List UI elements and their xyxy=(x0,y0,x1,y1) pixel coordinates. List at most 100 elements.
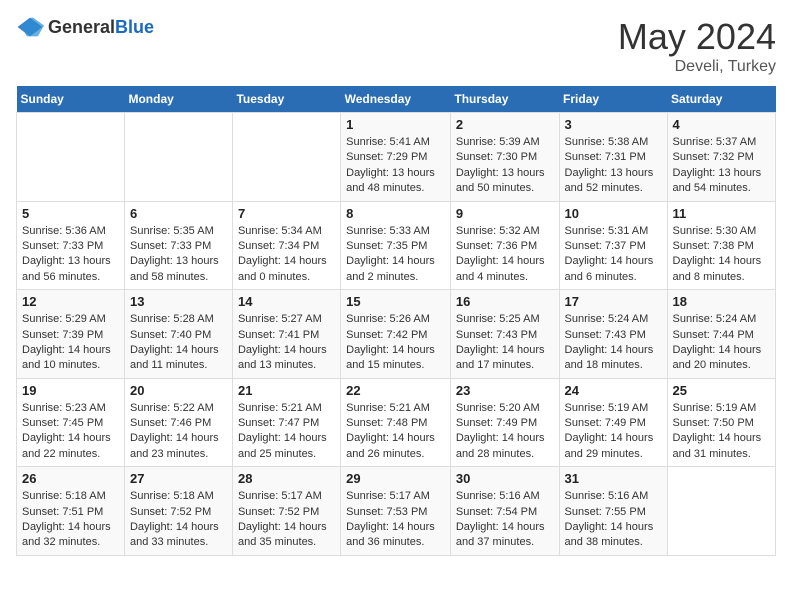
day-info: Sunrise: 5:22 AMSunset: 7:46 PMDaylight:… xyxy=(130,401,227,463)
day-number: 28 xyxy=(238,471,335,486)
day-number: 5 xyxy=(22,206,119,221)
day-number: 7 xyxy=(238,206,335,221)
day-number: 31 xyxy=(565,471,662,486)
day-info: Sunrise: 5:41 AMSunset: 7:29 PMDaylight:… xyxy=(346,135,445,197)
calendar-cell: 30 Sunrise: 5:16 AMSunset: 7:54 PMDayligh… xyxy=(450,467,559,556)
day-info: Sunrise: 5:18 AMSunset: 7:52 PMDaylight:… xyxy=(130,489,227,551)
day-info: Sunrise: 5:16 AMSunset: 7:54 PMDaylight:… xyxy=(456,489,554,551)
calendar-week-row: 19 Sunrise: 5:23 AMSunset: 7:45 PMDayligh… xyxy=(17,378,776,467)
logo-general: General xyxy=(48,17,115,37)
day-number: 30 xyxy=(456,471,554,486)
day-number: 18 xyxy=(673,294,770,309)
day-number: 12 xyxy=(22,294,119,309)
day-number: 13 xyxy=(130,294,227,309)
calendar-cell: 6 Sunrise: 5:35 AMSunset: 7:33 PMDaylight… xyxy=(124,201,232,290)
calendar-cell: 19 Sunrise: 5:23 AMSunset: 7:45 PMDayligh… xyxy=(17,378,125,467)
day-info: Sunrise: 5:34 AMSunset: 7:34 PMDaylight:… xyxy=(238,224,335,286)
day-info: Sunrise: 5:29 AMSunset: 7:39 PMDaylight:… xyxy=(22,312,119,374)
calendar-cell: 15 Sunrise: 5:26 AMSunset: 7:42 PMDayligh… xyxy=(341,290,451,379)
day-number: 19 xyxy=(22,383,119,398)
day-info: Sunrise: 5:18 AMSunset: 7:51 PMDaylight:… xyxy=(22,489,119,551)
calendar-cell: 22 Sunrise: 5:21 AMSunset: 7:48 PMDayligh… xyxy=(341,378,451,467)
page-header: GeneralBlue May 2024 Develi, Turkey xyxy=(16,16,776,76)
day-info: Sunrise: 5:30 AMSunset: 7:38 PMDaylight:… xyxy=(673,224,770,286)
calendar-cell: 10 Sunrise: 5:31 AMSunset: 7:37 PMDayligh… xyxy=(559,201,667,290)
day-number: 17 xyxy=(565,294,662,309)
day-number: 10 xyxy=(565,206,662,221)
day-info: Sunrise: 5:21 AMSunset: 7:47 PMDaylight:… xyxy=(238,401,335,463)
day-of-week-header: Monday xyxy=(124,86,232,113)
day-info: Sunrise: 5:25 AMSunset: 7:43 PMDaylight:… xyxy=(456,312,554,374)
calendar-body: 1 Sunrise: 5:41 AMSunset: 7:29 PMDaylight… xyxy=(17,113,776,556)
day-info: Sunrise: 5:33 AMSunset: 7:35 PMDaylight:… xyxy=(346,224,445,286)
day-of-week-header: Tuesday xyxy=(232,86,340,113)
day-number: 4 xyxy=(673,117,770,132)
day-info: Sunrise: 5:35 AMSunset: 7:33 PMDaylight:… xyxy=(130,224,227,286)
day-number: 3 xyxy=(565,117,662,132)
day-info: Sunrise: 5:17 AMSunset: 7:52 PMDaylight:… xyxy=(238,489,335,551)
calendar-week-row: 1 Sunrise: 5:41 AMSunset: 7:29 PMDaylight… xyxy=(17,113,776,202)
calendar-cell: 9Sunrise: 5:32 AMSunset: 7:36 PMDaylight… xyxy=(450,201,559,290)
calendar-cell: 25 Sunrise: 5:19 AMSunset: 7:50 PMDayligh… xyxy=(667,378,775,467)
day-info: Sunrise: 5:19 AMSunset: 7:49 PMDaylight:… xyxy=(565,401,662,463)
calendar-cell: 29Sunrise: 5:17 AMSunset: 7:53 PMDayligh… xyxy=(341,467,451,556)
day-info: Sunrise: 5:28 AMSunset: 7:40 PMDaylight:… xyxy=(130,312,227,374)
day-info: Sunrise: 5:21 AMSunset: 7:48 PMDaylight:… xyxy=(346,401,445,463)
day-number: 26 xyxy=(22,471,119,486)
calendar-week-row: 26 Sunrise: 5:18 AMSunset: 7:51 PMDayligh… xyxy=(17,467,776,556)
calendar-cell xyxy=(667,467,775,556)
calendar-cell: 17 Sunrise: 5:24 AMSunset: 7:43 PMDayligh… xyxy=(559,290,667,379)
calendar-table: SundayMondayTuesdayWednesdayThursdayFrid… xyxy=(16,86,776,556)
calendar-cell: 23 Sunrise: 5:20 AMSunset: 7:49 PMDayligh… xyxy=(450,378,559,467)
calendar-cell: 11 Sunrise: 5:30 AMSunset: 7:38 PMDayligh… xyxy=(667,201,775,290)
day-number: 15 xyxy=(346,294,445,309)
title-location: Develi, Turkey xyxy=(618,58,776,76)
day-number: 21 xyxy=(238,383,335,398)
day-number: 20 xyxy=(130,383,227,398)
day-number: 16 xyxy=(456,294,554,309)
calendar-cell: 21 Sunrise: 5:21 AMSunset: 7:47 PMDayligh… xyxy=(232,378,340,467)
day-number: 1 xyxy=(346,117,445,132)
day-info: Sunrise: 5:31 AMSunset: 7:37 PMDaylight:… xyxy=(565,224,662,286)
calendar-cell: 24 Sunrise: 5:19 AMSunset: 7:49 PMDayligh… xyxy=(559,378,667,467)
day-number: 25 xyxy=(673,383,770,398)
calendar-header-row: SundayMondayTuesdayWednesdayThursdayFrid… xyxy=(17,86,776,113)
calendar-cell: 20 Sunrise: 5:22 AMSunset: 7:46 PMDayligh… xyxy=(124,378,232,467)
calendar-cell xyxy=(232,113,340,202)
calendar-cell: 2 Sunrise: 5:39 AMSunset: 7:30 PMDaylight… xyxy=(450,113,559,202)
calendar-cell xyxy=(124,113,232,202)
logo: GeneralBlue xyxy=(16,16,154,38)
calendar-cell: 5Sunrise: 5:36 AMSunset: 7:33 PMDaylight… xyxy=(17,201,125,290)
calendar-cell: 14Sunrise: 5:27 AMSunset: 7:41 PMDayligh… xyxy=(232,290,340,379)
day-number: 2 xyxy=(456,117,554,132)
day-info: Sunrise: 5:24 AMSunset: 7:44 PMDaylight:… xyxy=(673,312,770,374)
day-info: Sunrise: 5:19 AMSunset: 7:50 PMDaylight:… xyxy=(673,401,770,463)
day-number: 6 xyxy=(130,206,227,221)
calendar-cell: 13 Sunrise: 5:28 AMSunset: 7:40 PMDayligh… xyxy=(124,290,232,379)
day-number: 8 xyxy=(346,206,445,221)
calendar-cell: 18 Sunrise: 5:24 AMSunset: 7:44 PMDayligh… xyxy=(667,290,775,379)
day-number: 22 xyxy=(346,383,445,398)
calendar-cell: 26 Sunrise: 5:18 AMSunset: 7:51 PMDayligh… xyxy=(17,467,125,556)
day-info: Sunrise: 5:24 AMSunset: 7:43 PMDaylight:… xyxy=(565,312,662,374)
day-of-week-header: Saturday xyxy=(667,86,775,113)
day-number: 11 xyxy=(673,206,770,221)
day-of-week-header: Friday xyxy=(559,86,667,113)
day-info: Sunrise: 5:38 AMSunset: 7:31 PMDaylight:… xyxy=(565,135,662,197)
day-number: 24 xyxy=(565,383,662,398)
day-of-week-header: Sunday xyxy=(17,86,125,113)
day-info: Sunrise: 5:23 AMSunset: 7:45 PMDaylight:… xyxy=(22,401,119,463)
day-info: Sunrise: 5:26 AMSunset: 7:42 PMDaylight:… xyxy=(346,312,445,374)
day-info: Sunrise: 5:20 AMSunset: 7:49 PMDaylight:… xyxy=(456,401,554,463)
day-info: Sunrise: 5:39 AMSunset: 7:30 PMDaylight:… xyxy=(456,135,554,197)
calendar-cell: 8 Sunrise: 5:33 AMSunset: 7:35 PMDaylight… xyxy=(341,201,451,290)
calendar-cell xyxy=(17,113,125,202)
day-of-week-header: Wednesday xyxy=(341,86,451,113)
calendar-week-row: 5Sunrise: 5:36 AMSunset: 7:33 PMDaylight… xyxy=(17,201,776,290)
day-number: 23 xyxy=(456,383,554,398)
calendar-cell: 28 Sunrise: 5:17 AMSunset: 7:52 PMDayligh… xyxy=(232,467,340,556)
calendar-cell: 7 Sunrise: 5:34 AMSunset: 7:34 PMDaylight… xyxy=(232,201,340,290)
calendar-cell: 1 Sunrise: 5:41 AMSunset: 7:29 PMDaylight… xyxy=(341,113,451,202)
day-of-week-header: Thursday xyxy=(450,86,559,113)
day-number: 27 xyxy=(130,471,227,486)
